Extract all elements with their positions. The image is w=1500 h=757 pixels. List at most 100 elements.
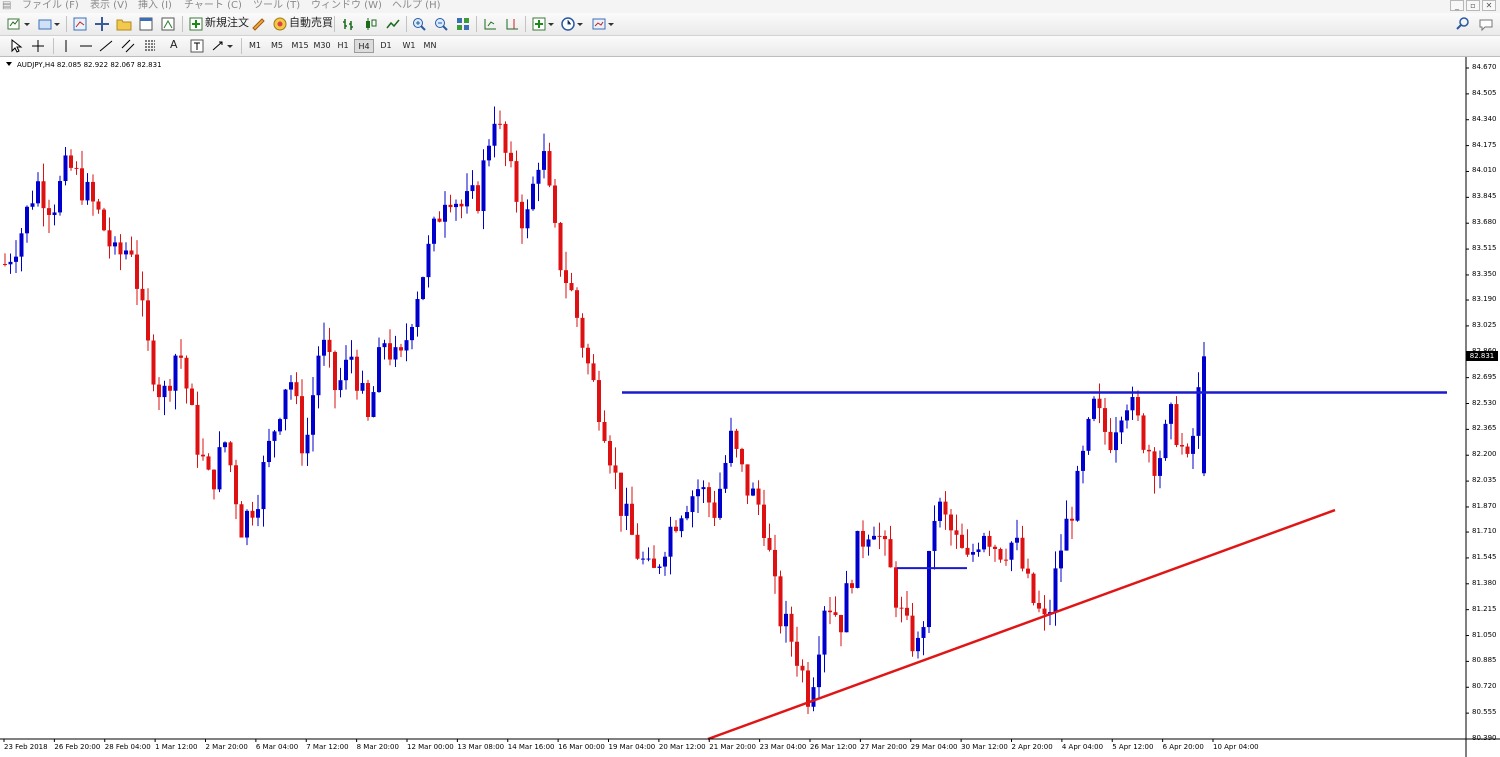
timeframe-h1[interactable]: H1 bbox=[334, 39, 352, 53]
time-tick-label: 20 Mar 12:00 bbox=[658, 743, 706, 751]
arrows-icon[interactable] bbox=[210, 38, 226, 54]
bearish-candle bbox=[96, 201, 101, 210]
price-tick-label: 84.340 bbox=[1472, 114, 1497, 123]
time-tick-label: 4 Apr 04:00 bbox=[1061, 743, 1104, 751]
bearish-candle bbox=[476, 185, 480, 212]
equidistant-channel-icon[interactable] bbox=[120, 38, 136, 54]
folder-icon[interactable] bbox=[116, 16, 132, 32]
bullish-candle bbox=[971, 552, 975, 555]
chat-icon[interactable] bbox=[1478, 16, 1494, 32]
zoom-out-icon[interactable] bbox=[433, 16, 449, 32]
timeframe-m15[interactable]: M15 bbox=[289, 39, 311, 53]
bullish-candle bbox=[19, 233, 24, 257]
minimize-button[interactable]: _ bbox=[1450, 0, 1464, 11]
trendline-icon[interactable] bbox=[98, 38, 114, 54]
terminal-icon[interactable] bbox=[138, 16, 154, 32]
dropdown-arrow-icon[interactable] bbox=[576, 16, 584, 32]
bearish-candle bbox=[767, 537, 772, 550]
text-tool[interactable]: A bbox=[170, 38, 178, 54]
timeframe-mn[interactable]: MN bbox=[420, 39, 440, 53]
bullish-candle bbox=[25, 206, 29, 234]
restore-button[interactable]: ▫ bbox=[1466, 0, 1480, 11]
crosshair-nav-icon[interactable] bbox=[94, 16, 110, 32]
dropdown-arrow-icon[interactable] bbox=[547, 16, 555, 32]
timeframe-m5[interactable]: M5 bbox=[268, 39, 286, 53]
bearish-candle bbox=[250, 510, 255, 518]
text-label-icon[interactable] bbox=[189, 38, 205, 54]
bearish-candle bbox=[762, 504, 766, 538]
new-chart-icon[interactable] bbox=[6, 16, 22, 32]
bearish-candle bbox=[1174, 404, 1179, 446]
bearish-candle bbox=[69, 155, 73, 168]
autoscroll-icon[interactable] bbox=[504, 16, 520, 32]
fibonacci-icon[interactable] bbox=[142, 38, 158, 54]
bearish-candle bbox=[800, 665, 805, 671]
bullish-candle bbox=[360, 383, 365, 391]
new-order-button[interactable]: 新規注文 bbox=[205, 16, 249, 32]
tile-windows-icon[interactable] bbox=[455, 16, 471, 32]
auto-trading-button[interactable]: 自動売買 bbox=[289, 16, 333, 32]
bearish-candle bbox=[778, 576, 783, 627]
chart-window[interactable]: AUDJPY,H4 82.085 82.922 82.067 82.831 84… bbox=[0, 57, 1500, 757]
bearish-candle bbox=[745, 464, 750, 496]
menu-file[interactable]: ファイル (F) bbox=[22, 0, 79, 12]
bullish-candle bbox=[261, 462, 266, 510]
dropdown-arrow-icon[interactable] bbox=[23, 16, 31, 32]
menu-chart[interactable]: チャート (C) bbox=[184, 0, 242, 12]
price-chart[interactable] bbox=[0, 57, 1500, 757]
search-icon[interactable] bbox=[1455, 16, 1471, 32]
bearish-candle bbox=[47, 208, 51, 215]
horizontal-line-icon[interactable] bbox=[78, 38, 94, 54]
dropdown-arrow-icon[interactable] bbox=[226, 38, 234, 54]
zoom-in-icon[interactable] bbox=[411, 16, 427, 32]
price-tick-label: 83.680 bbox=[1472, 218, 1497, 227]
time-tick-label: 21 Mar 20:00 bbox=[709, 743, 756, 751]
timeframe-w1[interactable]: W1 bbox=[400, 39, 418, 53]
vertical-line-icon[interactable] bbox=[58, 38, 74, 54]
menu-help[interactable]: ヘルプ (H) bbox=[392, 0, 441, 12]
bearish-candle bbox=[140, 288, 145, 301]
dropdown-arrow-icon[interactable] bbox=[53, 16, 61, 32]
time-tick-label: 6 Mar 04:00 bbox=[255, 743, 299, 751]
close-button[interactable]: ✕ bbox=[1482, 0, 1496, 11]
periods-clock-icon[interactable] bbox=[560, 16, 576, 32]
chart-shift-icon[interactable] bbox=[482, 16, 498, 32]
bearish-candle bbox=[520, 201, 524, 229]
menu-tools[interactable]: ツール (T) bbox=[253, 0, 300, 12]
time-tick-label: 28 Feb 04:00 bbox=[104, 743, 151, 751]
candlestick-icon[interactable] bbox=[363, 16, 379, 32]
crosshair-icon[interactable] bbox=[30, 38, 46, 54]
new-order-icon[interactable] bbox=[188, 16, 204, 32]
metaeditor-icon[interactable] bbox=[250, 16, 266, 32]
timeframe-h4[interactable]: H4 bbox=[354, 39, 374, 53]
menu-insert[interactable]: 挿入 (I) bbox=[138, 0, 172, 12]
timeframe-m1[interactable]: M1 bbox=[246, 39, 264, 53]
bullish-candle bbox=[751, 488, 755, 496]
menu-window[interactable]: ウィンドウ (W) bbox=[311, 0, 382, 12]
bullish-candle bbox=[657, 566, 662, 568]
bearish-candle bbox=[899, 607, 904, 609]
menu-view[interactable]: 表示 (V) bbox=[90, 0, 128, 12]
bar-chart-icon[interactable] bbox=[341, 16, 357, 32]
templates-icon[interactable] bbox=[591, 16, 607, 32]
profiles-icon[interactable] bbox=[37, 16, 53, 32]
indicators-icon[interactable] bbox=[531, 16, 547, 32]
timeframe-d1[interactable]: D1 bbox=[377, 39, 395, 53]
bearish-candle bbox=[388, 343, 392, 360]
bearish-candle bbox=[1136, 397, 1140, 416]
market-watch-icon[interactable] bbox=[72, 16, 88, 32]
timeframe-m30[interactable]: M30 bbox=[311, 39, 333, 53]
bullish-candle bbox=[289, 382, 293, 390]
bullish-candle bbox=[454, 203, 458, 208]
tester-icon[interactable] bbox=[160, 16, 176, 32]
bearish-candle bbox=[1042, 608, 1047, 615]
dropdown-arrow-icon[interactable] bbox=[607, 16, 615, 32]
bearish-candle bbox=[580, 317, 585, 348]
bearish-candle bbox=[635, 534, 640, 559]
bearish-candle bbox=[135, 254, 139, 289]
auto-trading-icon[interactable] bbox=[272, 16, 288, 32]
cursor-icon[interactable] bbox=[8, 38, 24, 54]
line-chart-icon[interactable] bbox=[385, 16, 401, 32]
separator bbox=[66, 16, 67, 32]
bullish-candle bbox=[921, 627, 926, 638]
